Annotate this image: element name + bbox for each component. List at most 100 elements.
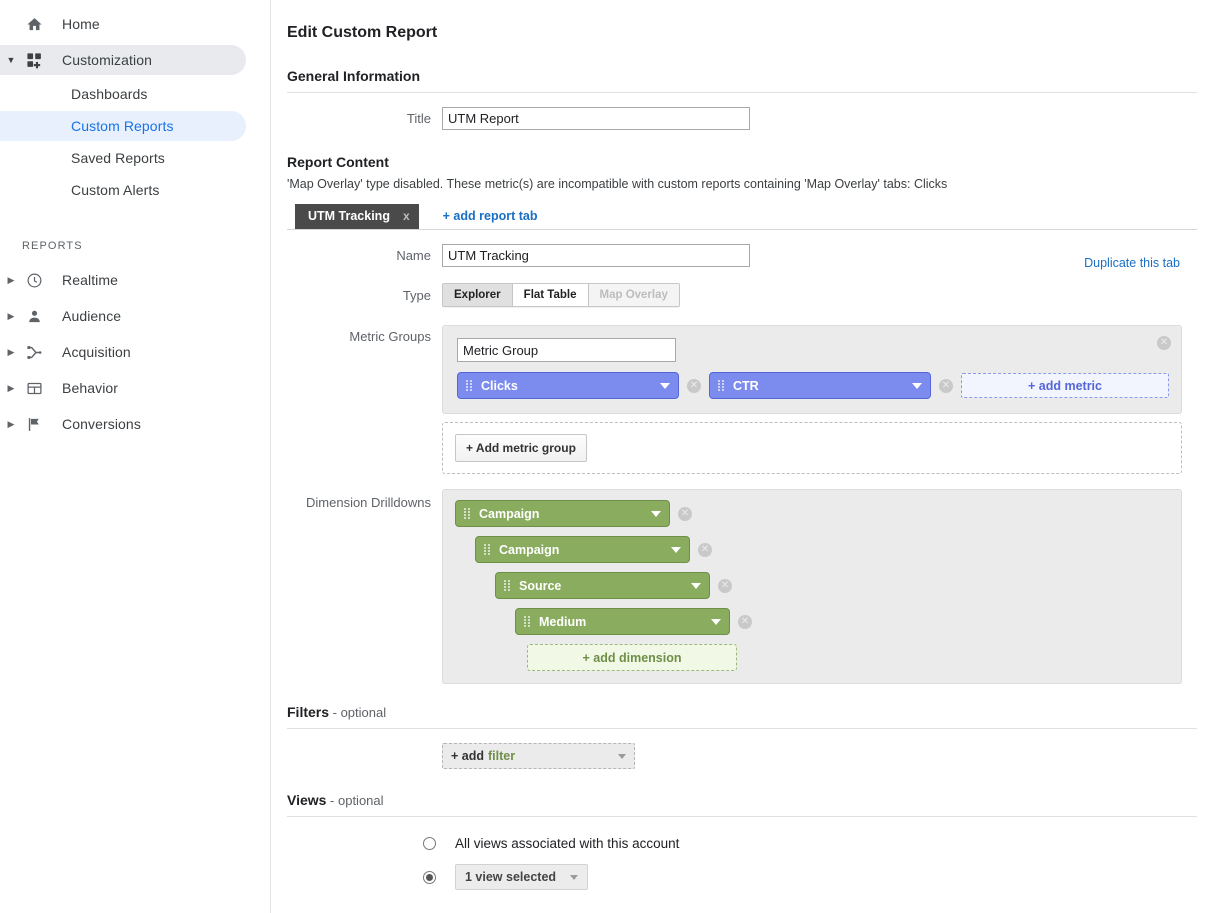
title-label: Title bbox=[287, 111, 442, 126]
type-option-flat-table[interactable]: Flat Table bbox=[513, 284, 589, 306]
name-label: Name bbox=[287, 248, 442, 263]
add-metric-group-button[interactable]: + Add metric group bbox=[455, 434, 587, 462]
sidebar-item-realtime[interactable]: ▶ Realtime bbox=[0, 262, 270, 298]
radio-all-views[interactable] bbox=[423, 837, 436, 850]
view-selector-dropdown[interactable]: 1 view selected bbox=[455, 864, 588, 890]
chevron-down-icon[interactable] bbox=[912, 383, 922, 389]
remove-dimension-icon[interactable]: ✕ bbox=[698, 543, 712, 557]
acquisition-icon bbox=[22, 344, 46, 361]
chevron-down-icon[interactable] bbox=[711, 619, 721, 625]
dimension-pill-label: Medium bbox=[539, 615, 711, 629]
remove-metric-clicks-icon[interactable]: ✕ bbox=[687, 379, 701, 393]
chevron-right-icon[interactable]: ▶ bbox=[0, 276, 22, 285]
sidebar-item-acquisition[interactable]: ▶ Acquisition bbox=[0, 334, 270, 370]
sidebar-item-home[interactable]: Home bbox=[0, 6, 270, 42]
views-optional-text: - optional bbox=[326, 793, 383, 808]
dimension-drilldowns-label: Dimension Drilldowns bbox=[287, 489, 442, 510]
add-metric-button[interactable]: + add metric bbox=[961, 373, 1169, 398]
title-field-row: Title bbox=[287, 107, 1196, 130]
remove-metric-ctr-icon[interactable]: ✕ bbox=[939, 379, 953, 393]
dimension-pill-label: Campaign bbox=[479, 507, 651, 521]
chevron-right-icon[interactable]: ▶ bbox=[0, 420, 22, 429]
report-tabs: UTM Tracking x + add report tab bbox=[287, 204, 1197, 230]
drag-handle-icon[interactable] bbox=[503, 580, 511, 591]
drag-handle-icon[interactable] bbox=[463, 508, 471, 519]
sidebar: Home ▼ Customization Dashboards Custom R… bbox=[0, 0, 271, 913]
add-report-tab-button[interactable]: + add report tab bbox=[443, 209, 538, 223]
chevron-down-icon[interactable] bbox=[671, 547, 681, 553]
remove-dimension-icon[interactable]: ✕ bbox=[678, 507, 692, 521]
metric-group-name-input[interactable] bbox=[457, 338, 676, 362]
chevron-down-icon[interactable] bbox=[651, 511, 661, 517]
dimension-pill-medium[interactable]: Medium bbox=[515, 608, 730, 635]
chevron-down-icon[interactable] bbox=[691, 583, 701, 589]
customization-icon bbox=[22, 52, 46, 69]
metric-pill-label: CTR bbox=[733, 379, 912, 393]
dimension-drilldowns-row: Dimension Drilldowns Campaign ✕ bbox=[287, 489, 1196, 684]
filters-heading: Filters - optional bbox=[287, 704, 1196, 720]
add-filter-row: + add filter bbox=[287, 743, 1196, 769]
sidebar-item-custom-reports[interactable]: Custom Reports bbox=[0, 110, 270, 142]
general-information-heading: General Information bbox=[287, 68, 1196, 84]
remove-dimension-icon[interactable]: ✕ bbox=[738, 615, 752, 629]
chevron-down-icon[interactable]: ▼ bbox=[0, 56, 22, 65]
sidebar-item-customization[interactable]: ▼ Customization bbox=[0, 42, 270, 78]
drag-handle-icon[interactable] bbox=[523, 616, 531, 627]
drag-handle-icon[interactable] bbox=[483, 544, 491, 555]
duplicate-tab-link[interactable]: Duplicate this tab bbox=[1084, 256, 1180, 270]
sidebar-item-home-label: Home bbox=[62, 16, 100, 32]
sidebar-item-custom-alerts[interactable]: Custom Alerts bbox=[0, 174, 270, 206]
chevron-down-icon[interactable] bbox=[660, 383, 670, 389]
add-metric-group-row: + Add metric group bbox=[287, 422, 1196, 474]
views-heading-text: Views bbox=[287, 792, 326, 808]
view-selector-label: 1 view selected bbox=[465, 870, 556, 884]
filters-heading-text: Filters bbox=[287, 704, 329, 720]
sidebar-item-custom-alerts-label: Custom Alerts bbox=[71, 182, 159, 198]
sidebar-item-behavior[interactable]: ▶ Behavior bbox=[0, 370, 270, 406]
person-icon bbox=[22, 308, 46, 325]
name-input[interactable] bbox=[442, 244, 750, 267]
remove-metric-group-icon[interactable]: ✕ bbox=[1157, 336, 1171, 350]
home-icon bbox=[22, 16, 46, 33]
chevron-right-icon[interactable]: ▶ bbox=[0, 312, 22, 321]
page-title: Edit Custom Report bbox=[287, 24, 1196, 42]
drag-handle-icon[interactable] bbox=[717, 380, 725, 391]
add-filter-dropdown[interactable]: + add filter bbox=[442, 743, 635, 769]
sidebar-item-saved-reports[interactable]: Saved Reports bbox=[0, 142, 270, 174]
selected-views-row: 1 view selected bbox=[287, 864, 1196, 890]
chevron-down-icon[interactable] bbox=[570, 875, 578, 880]
sidebar-item-audience[interactable]: ▶ Audience bbox=[0, 298, 270, 334]
sidebar-item-saved-reports-label: Saved Reports bbox=[71, 150, 165, 166]
metric-groups-label: Metric Groups bbox=[287, 325, 442, 344]
drag-handle-icon[interactable] bbox=[465, 380, 473, 391]
chevron-right-icon[interactable]: ▶ bbox=[0, 384, 22, 393]
remove-dimension-icon[interactable]: ✕ bbox=[718, 579, 732, 593]
dimension-pill-label: Source bbox=[519, 579, 691, 593]
flag-icon bbox=[22, 416, 46, 433]
sidebar-item-dashboards[interactable]: Dashboards bbox=[0, 78, 270, 110]
metric-pill-ctr[interactable]: CTR bbox=[709, 372, 931, 399]
close-icon[interactable]: x bbox=[403, 209, 410, 223]
type-option-explorer[interactable]: Explorer bbox=[443, 284, 513, 306]
dimension-pill-label: Campaign bbox=[499, 543, 671, 557]
chevron-right-icon[interactable]: ▶ bbox=[0, 348, 22, 357]
dimension-row: Campaign ✕ bbox=[475, 536, 1181, 563]
dimension-pill-campaign-2[interactable]: Campaign bbox=[475, 536, 690, 563]
add-dimension-button[interactable]: + add dimension bbox=[527, 644, 737, 671]
dimension-pill-campaign-1[interactable]: Campaign bbox=[455, 500, 670, 527]
sidebar-item-dashboards-label: Dashboards bbox=[71, 86, 148, 102]
sidebar-item-conversions[interactable]: ▶ Conversions bbox=[0, 406, 270, 442]
sidebar-item-acquisition-label: Acquisition bbox=[62, 344, 131, 360]
metric-pill-clicks[interactable]: Clicks bbox=[457, 372, 679, 399]
divider bbox=[287, 728, 1197, 729]
report-tab-utm-tracking[interactable]: UTM Tracking x bbox=[295, 204, 419, 229]
radio-selected-views[interactable] bbox=[423, 871, 436, 884]
name-field-row: Name bbox=[287, 244, 1196, 267]
dimension-pill-source[interactable]: Source bbox=[495, 572, 710, 599]
chevron-down-icon[interactable] bbox=[618, 754, 626, 759]
sidebar-item-customization-label: Customization bbox=[62, 52, 152, 68]
metric-pill-label: Clicks bbox=[481, 379, 660, 393]
filters-optional-text: - optional bbox=[329, 705, 386, 720]
title-input[interactable] bbox=[442, 107, 750, 130]
map-overlay-warning: 'Map Overlay' type disabled. These metri… bbox=[287, 177, 1196, 191]
